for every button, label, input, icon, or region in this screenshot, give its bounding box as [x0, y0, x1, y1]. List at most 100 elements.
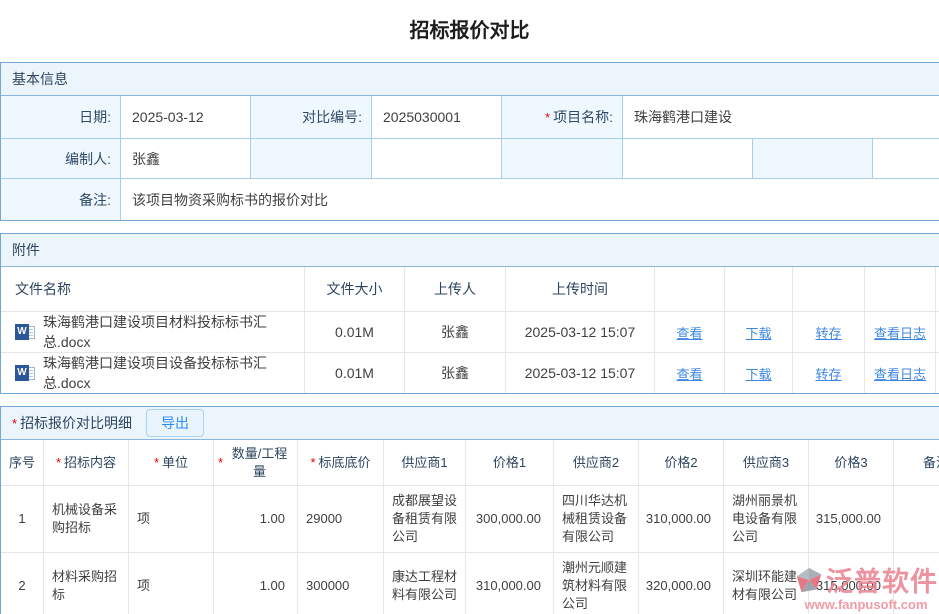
- detail-row: 1 机械设备采购招标 项 1.00 29000 成都展望设备租赁有限公司 300…: [1, 486, 939, 553]
- view-link[interactable]: 查看: [676, 323, 702, 342]
- required-asterisk: *: [56, 454, 61, 472]
- price3-cell: 315,000.00: [809, 486, 894, 553]
- author-label: 编制人:: [1, 139, 121, 179]
- col-base-price: *标底底价: [298, 440, 384, 486]
- basic-info-row-1: 日期: 2025-03-12 对比编号: 2025030001 * 项目名称: …: [1, 96, 939, 139]
- basic-info-section: 基本信息 日期: 2025-03-12 对比编号: 2025030001 * 项…: [0, 62, 939, 221]
- price1-cell: 300,000.00: [466, 486, 554, 553]
- col-unit: *单位: [129, 440, 214, 486]
- empty-value-cell: [372, 139, 502, 179]
- view-log-link[interactable]: 查看日志: [874, 364, 926, 383]
- basic-info-section-title: 基本信息: [1, 63, 939, 96]
- price2-cell: 310,000.00: [639, 486, 724, 553]
- download-link[interactable]: 下载: [745, 364, 771, 383]
- col-supplier3: 供应商3: [724, 440, 809, 486]
- view-log-link[interactable]: 查看日志: [874, 323, 926, 342]
- detail-table: 序号 *招标内容 *单位 *数量/工程量 *标底底价 供应商1 价格1 供应商2…: [1, 440, 939, 614]
- file-name-cell: 珠海鹤港口建设项目设备投标标书汇总.docx: [1, 353, 305, 393]
- supplier1-cell: 成都展望设备租赁有限公司: [384, 486, 466, 553]
- col-price1: 价格1: [466, 440, 554, 486]
- detail-section: * 招标报价对比明细 导出 序号 *招标内容 *单位 *数量/工程量 *标底底价…: [0, 406, 939, 614]
- col-action: [725, 267, 793, 312]
- basic-info-row-3: 备注: 该项目物资采购标书的报价对比: [1, 179, 939, 220]
- col-file-size: 文件大小: [305, 267, 405, 312]
- col-price3: 价格3: [809, 440, 894, 486]
- supplier2-cell: 潮州元顺建筑材料有限公司: [554, 553, 639, 614]
- col-quantity: *数量/工程量: [214, 440, 298, 486]
- base-price-cell: 300000: [298, 553, 384, 614]
- word-file-icon: [15, 365, 36, 382]
- remark-cell: [894, 486, 939, 553]
- attachment-row: 珠海鹤港口建设项目材料投标标书汇总.docx 0.01M 张鑫 2025-03-…: [1, 312, 939, 353]
- detail-section-header: * 招标报价对比明细 导出: [1, 407, 939, 440]
- upload-time-cell: 2025-03-12 15:07: [506, 312, 655, 353]
- required-asterisk: *: [545, 110, 550, 125]
- unit-cell: 项: [129, 553, 214, 614]
- detail-header-row: 序号 *招标内容 *单位 *数量/工程量 *标底底价 供应商1 价格1 供应商2…: [1, 440, 939, 486]
- compare-code-value: 2025030001: [372, 96, 502, 139]
- unit-cell: 项: [129, 486, 214, 553]
- empty-value-cell: [623, 139, 753, 179]
- date-value: 2025-03-12: [121, 96, 251, 139]
- col-uploader: 上传人: [405, 267, 506, 312]
- price1-cell: 310,000.00: [466, 553, 554, 614]
- file-size-cell: 0.01M: [305, 312, 405, 353]
- required-asterisk: *: [12, 407, 17, 440]
- quantity-cell: 1.00: [214, 553, 298, 614]
- col-file-name: 文件名称: [1, 267, 305, 312]
- supplier1-cell: 康达工程材料有限公司: [384, 553, 466, 614]
- quantity-cell: 1.00: [214, 486, 298, 553]
- uploader-cell: 张鑫: [405, 312, 506, 353]
- col-action: [865, 267, 936, 312]
- date-label: 日期:: [1, 96, 121, 139]
- supplier3-cell: 深圳环能建材有限公司: [724, 553, 809, 614]
- col-upload-time: 上传时间: [506, 267, 655, 312]
- supplier3-cell: 湖州丽景机电设备有限公司: [724, 486, 809, 553]
- price2-cell: 320,000.00: [639, 553, 724, 614]
- attachment-row: 珠海鹤港口建设项目设备投标标书汇总.docx 0.01M 张鑫 2025-03-…: [1, 353, 939, 393]
- view-link[interactable]: 查看: [676, 364, 702, 383]
- empty-label-cell: [753, 139, 873, 179]
- uploader-cell: 张鑫: [405, 353, 506, 393]
- transfer-save-link[interactable]: 转存: [815, 364, 841, 383]
- detail-section-title: * 招标报价对比明细: [12, 407, 132, 440]
- col-action: [793, 267, 865, 312]
- attachments-header-row: 文件名称 文件大小 上传人 上传时间: [1, 267, 939, 312]
- basic-info-row-2: 编制人: 张鑫: [1, 139, 939, 179]
- price3-cell: 315,000.00: [809, 553, 894, 614]
- word-file-icon: [15, 324, 36, 341]
- author-value: 张鑫: [121, 139, 251, 179]
- required-asterisk: *: [310, 454, 315, 472]
- required-asterisk: *: [154, 454, 159, 472]
- download-link[interactable]: 下载: [745, 323, 771, 342]
- col-seq: 序号: [1, 440, 44, 486]
- transfer-save-link[interactable]: 转存: [815, 323, 841, 342]
- attachments-section-title: 附件: [1, 234, 939, 267]
- supplier2-cell: 四川华达机械租赁设备有限公司: [554, 486, 639, 553]
- empty-label-cell: [502, 139, 623, 179]
- col-supplier1: 供应商1: [384, 440, 466, 486]
- base-price-cell: 29000: [298, 486, 384, 553]
- detail-row: 2 材料采购招标 项 1.00 300000 康达工程材料有限公司 310,00…: [1, 553, 939, 614]
- attachments-section: 附件 文件名称 文件大小 上传人 上传时间 珠海鹤港口建设项目材料投标标书汇总.…: [0, 233, 939, 394]
- remark-value: 该项目物资采购标书的报价对比: [121, 179, 939, 220]
- bid-content-cell: 材料采购招标: [44, 553, 129, 614]
- page-title: 招标报价对比: [0, 0, 939, 62]
- col-remark: 备注: [894, 440, 939, 486]
- required-asterisk: *: [218, 454, 223, 472]
- seq-cell: 2: [1, 553, 44, 614]
- col-supplier2: 供应商2: [554, 440, 639, 486]
- bid-content-cell: 机械设备采购招标: [44, 486, 129, 553]
- project-name-value: 珠海鹤港口建设: [623, 96, 939, 139]
- col-action: [655, 267, 725, 312]
- upload-time-cell: 2025-03-12 15:07: [506, 353, 655, 393]
- empty-label-cell: [251, 139, 372, 179]
- seq-cell: 1: [1, 486, 44, 553]
- compare-code-label: 对比编号:: [251, 96, 372, 139]
- export-button[interactable]: 导出: [146, 409, 204, 437]
- remark-cell: [894, 553, 939, 614]
- file-name-cell: 珠海鹤港口建设项目材料投标标书汇总.docx: [1, 312, 305, 353]
- col-price2: 价格2: [639, 440, 724, 486]
- remark-label: 备注:: [1, 179, 121, 220]
- col-bid-content: *招标内容: [44, 440, 129, 486]
